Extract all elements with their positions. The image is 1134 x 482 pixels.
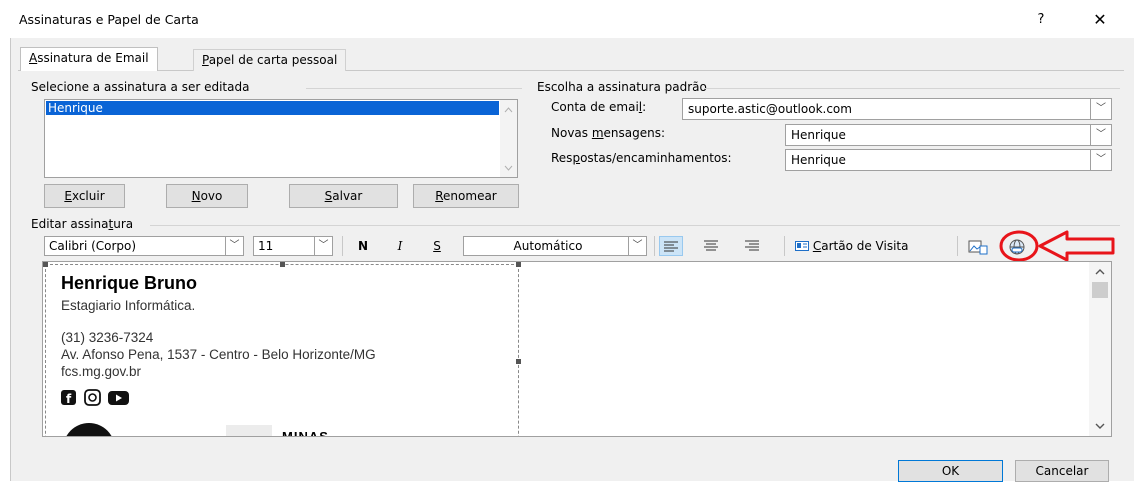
divider — [150, 225, 1120, 226]
list-item[interactable]: Henrique — [46, 101, 499, 115]
toolbar-separator — [784, 236, 785, 256]
signature-address: Av. Afonso Pena, 1537 - Centro - Belo Ho… — [61, 347, 376, 362]
business-card-icon — [795, 241, 809, 251]
signature-list[interactable]: Henrique — [44, 99, 518, 178]
button-label: Excluir — [64, 189, 105, 203]
chevron-down-icon[interactable]: ﹀ — [225, 237, 243, 255]
signature-image-frame[interactable]: Henrique Bruno Estagiario Informática. (… — [43, 262, 521, 437]
account-select[interactable]: suporte.astic@outlook.com ﹀ — [682, 98, 1112, 120]
logo-text: MINAS — [282, 429, 329, 437]
account-value: suporte.astic@outlook.com — [688, 102, 852, 116]
social-icons: f — [61, 389, 129, 406]
font-size-select[interactable]: 11 ﹀ — [253, 236, 333, 256]
button-label: Salvar — [324, 189, 363, 203]
new-button[interactable]: Novo — [166, 184, 248, 208]
chevron-down-icon[interactable]: ﹀ — [314, 237, 332, 255]
youtube-icon — [108, 391, 129, 405]
select-signature-label: Selecione a assinatura a ser editada — [31, 80, 250, 94]
tab-label: Papel de carta pessoal — [202, 53, 338, 67]
ok-button[interactable]: OK — [898, 460, 1003, 482]
instagram-icon — [84, 389, 101, 406]
font-value: Calibri (Corpo) — [49, 239, 137, 253]
button-label: Renomear — [435, 189, 497, 203]
italic-button[interactable]: I — [390, 236, 410, 256]
chevron-down-icon[interactable]: ﹀ — [1090, 125, 1111, 145]
delete-button[interactable]: Excluir — [44, 184, 125, 208]
replies-label: Respostas/encaminhamentos: — [551, 151, 732, 165]
tab-label: Assinatura de Email — [29, 51, 149, 65]
toolbar-separator — [654, 236, 655, 256]
align-center-button[interactable] — [700, 236, 724, 256]
signature-role: Estagiario Informática. — [61, 298, 196, 313]
replies-select[interactable]: Henrique ﹀ — [785, 149, 1112, 171]
color-value: Automático — [513, 239, 583, 253]
tab-email-signature[interactable]: Assinatura de Email — [20, 47, 158, 71]
edit-signature-label: Editar assinatura — [31, 217, 134, 231]
chevron-down-icon[interactable]: ﹀ — [1090, 99, 1111, 119]
color-select[interactable]: Automático ﹀ — [463, 236, 647, 256]
scroll-arrows-icon — [504, 107, 513, 171]
close-button[interactable]: ✕ — [1084, 9, 1116, 31]
align-right-icon — [745, 240, 759, 251]
font-select[interactable]: Calibri (Corpo) ﹀ — [44, 236, 244, 256]
replies-value: Henrique — [791, 153, 846, 167]
align-left-icon — [664, 241, 678, 252]
business-card-label: Cartão de Visita — [812, 239, 909, 253]
account-label: Conta de email: — [551, 100, 647, 114]
signature-editor[interactable]: Henrique Bruno Estagiario Informática. (… — [42, 261, 1112, 437]
logo-block — [226, 425, 272, 436]
resize-handle[interactable] — [516, 359, 521, 364]
new-messages-value: Henrique — [791, 128, 846, 142]
editor-scrollbar[interactable] — [1089, 262, 1111, 436]
logo-icon — [66, 423, 112, 436]
new-messages-label: Novas mensagens: — [551, 126, 666, 140]
facebook-icon: f — [61, 390, 76, 406]
logo-tagline — [376, 436, 402, 437]
picture-icon — [968, 240, 988, 255]
align-right-button[interactable] — [741, 236, 765, 256]
font-size-value: 11 — [258, 239, 274, 253]
bold-button[interactable]: N — [353, 236, 373, 256]
resize-handle[interactable] — [280, 262, 285, 267]
align-left-button[interactable] — [659, 236, 683, 256]
signature-phone: (31) 3236-7324 — [61, 330, 154, 345]
toolbar-separator — [342, 236, 343, 256]
default-signature-label: Escolha a assinatura padrão — [537, 80, 707, 94]
window-title: Assinaturas e Papel de Carta — [19, 12, 199, 27]
toolbar-separator — [957, 236, 958, 256]
chevron-down-icon[interactable]: ﹀ — [628, 237, 646, 255]
save-button[interactable]: Salvar — [289, 184, 398, 208]
divider — [306, 88, 522, 89]
signature-name: Henrique Bruno — [61, 273, 198, 293]
divider — [704, 88, 1120, 89]
signature-website: fcs.mg.gov.br — [61, 364, 142, 379]
chevron-down-icon[interactable]: ﹀ — [1090, 150, 1111, 170]
resize-handle[interactable] — [516, 262, 521, 267]
list-scrollbar[interactable] — [500, 100, 517, 177]
tab-stationery[interactable]: Papel de carta pessoal — [193, 49, 347, 71]
align-center-icon — [704, 240, 718, 251]
business-card-button[interactable]: Cartão de Visita — [795, 236, 945, 256]
new-messages-select[interactable]: Henrique ﹀ — [785, 124, 1112, 146]
rename-button[interactable]: Renomear — [413, 184, 519, 208]
resize-handle[interactable] — [43, 262, 48, 267]
help-button[interactable]: ? — [1027, 9, 1055, 31]
svg-text:f: f — [66, 392, 72, 406]
cancel-button[interactable]: Cancelar — [1015, 460, 1109, 482]
scroll-arrows-icon — [1092, 269, 1108, 429]
underline-button[interactable]: S — [427, 236, 447, 256]
insert-picture-button[interactable] — [967, 237, 989, 257]
button-label: Novo — [191, 189, 223, 203]
